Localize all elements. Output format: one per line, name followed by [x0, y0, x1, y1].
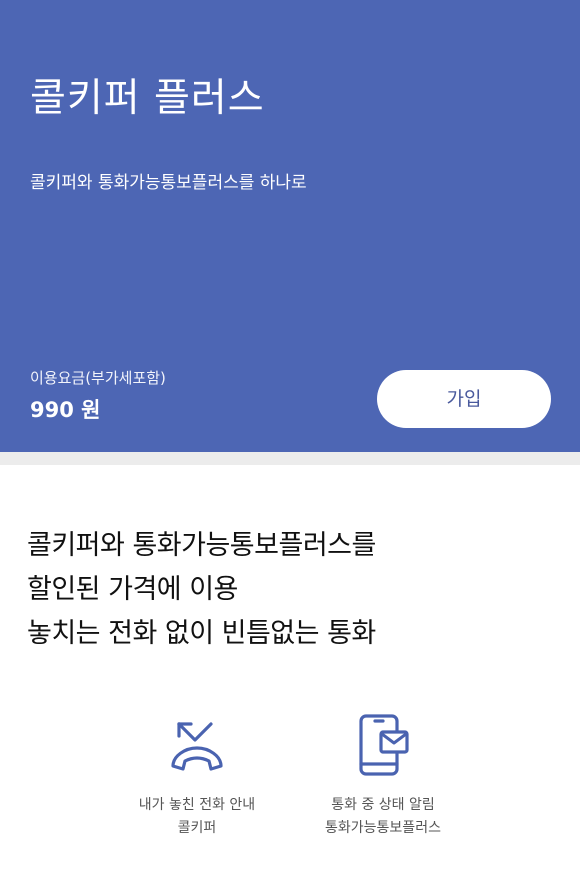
feature-description: 통화 중 상태 알림	[331, 797, 435, 813]
feature-item-call-status: 통화 중 상태 알림 통화가능통보플러스	[273, 712, 493, 840]
fee-value: 990 원	[30, 398, 101, 422]
page-title: 콜키퍼 플러스	[30, 76, 265, 121]
description-line: 콜키퍼와 통화가능통보플러스를	[27, 530, 376, 561]
feature-name: 통화가능통보플러스	[325, 820, 441, 836]
section-divider	[0, 452, 580, 465]
description: 콜키퍼와 통화가능통보플러스를 할인된 가격에 이용 놓치는 전화 없이 빈틈없…	[27, 524, 557, 656]
description-line: 놓치는 전화 없이 빈틈없는 통화	[27, 618, 376, 649]
feature-list: 내가 놓친 전화 안내 콜키퍼 통화 중 상태 알림 통화가능통보플러스	[0, 712, 580, 862]
hero-banner: 콜키퍼 플러스 콜키퍼와 통화가능통보플러스를 하나로 이용요금(부가세포함) …	[0, 0, 580, 452]
phone-message-icon	[359, 714, 409, 776]
feature-caption: 통화 중 상태 알림 통화가능통보플러스	[273, 794, 493, 840]
join-button[interactable]: 가입	[377, 370, 551, 428]
missed-call-icon	[171, 722, 223, 771]
page: 콜키퍼 플러스 콜키퍼와 통화가능통보플러스를 하나로 이용요금(부가세포함) …	[0, 0, 580, 893]
hero-subtitle: 콜키퍼와 통화가능통보플러스를 하나로	[30, 173, 307, 193]
fee-label: 이용요금(부가세포함)	[30, 369, 166, 387]
description-line: 할인된 가격에 이용	[27, 574, 238, 605]
